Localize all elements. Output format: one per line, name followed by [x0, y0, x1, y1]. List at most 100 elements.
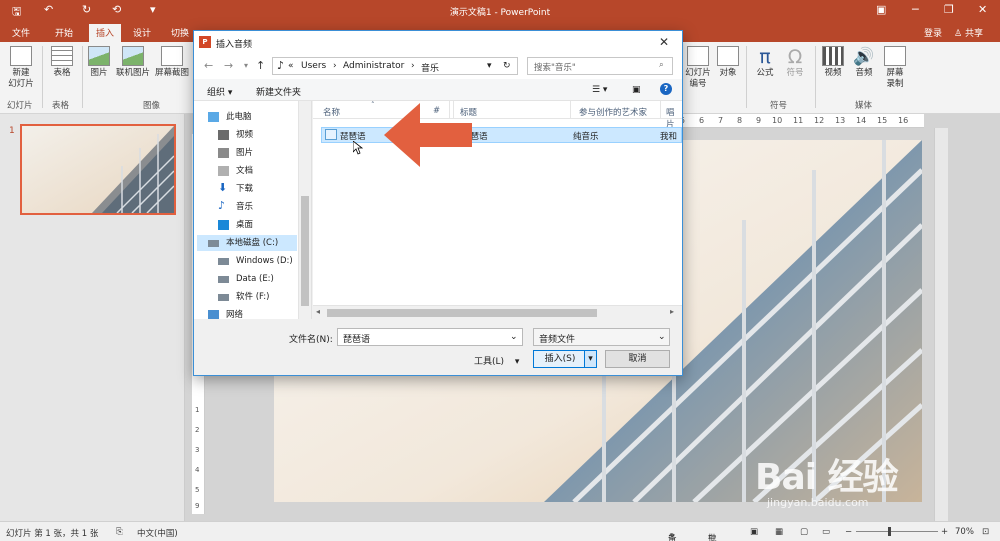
spellcheck-icon[interactable]: ⎘ [116, 527, 123, 537]
tab-file[interactable]: 文件 [12, 26, 30, 39]
nav-label: Data (E:) [236, 274, 274, 284]
forward-icon[interactable]: → [224, 59, 233, 72]
network-icon [208, 310, 219, 319]
tab-transitions[interactable]: 切换 [171, 26, 189, 39]
search-input[interactable]: 搜索"音乐" ⌕ [527, 57, 673, 75]
zoom-in-icon[interactable]: + [941, 527, 948, 537]
tab-design[interactable]: 设计 [133, 26, 151, 39]
object-button[interactable]: 对象 [715, 46, 741, 79]
column-artist[interactable]: 参与创作的艺术家 [579, 106, 647, 118]
breadcrumb-chevron-icon: › [333, 61, 337, 71]
screenshot-button[interactable]: 屏幕截图 [152, 46, 192, 79]
tools-button[interactable]: 工具(L) ▾ [474, 354, 519, 367]
zoom-level[interactable]: 70% [955, 527, 974, 537]
nav-pane-scrollbar[interactable] [298, 101, 311, 319]
nav-item-local-disk-c[interactable]: 本地磁盘 (C:) [197, 235, 297, 251]
slideshow-icon[interactable]: ▭ [822, 527, 830, 537]
cancel-button[interactable]: 取消 [605, 350, 670, 368]
filename-value: 琵琶语 [343, 335, 371, 345]
picture-icon [88, 46, 110, 66]
normal-view-icon[interactable]: ▣ [750, 527, 758, 537]
group-slides-label: 幻灯片 [7, 101, 33, 111]
document-folder-icon [218, 166, 229, 176]
nav-pane-scroll-thumb[interactable] [301, 196, 309, 306]
ruler-num: 12 [814, 116, 825, 125]
vruler-num: 9 [195, 502, 200, 510]
file-list: 名称 ˄ # 标题 参与创作的艺术家 唱片 琵琶语 琵琶语 纯音乐 我和 ◂ ▸ [313, 101, 682, 319]
insert-button[interactable]: 插入(S) ▾ [533, 350, 597, 368]
tab-home[interactable]: 开始 [55, 26, 73, 39]
breadcrumb-music[interactable]: 音乐 [421, 61, 439, 74]
zoom-slider-thumb[interactable] [888, 527, 891, 536]
organize-button[interactable]: 组织 ▾ [207, 85, 232, 98]
drive-icon [218, 258, 229, 265]
ruler-num: 9 [756, 116, 762, 125]
equation-button[interactable]: π 公式 [752, 46, 778, 79]
share-label: 共享 [964, 29, 983, 39]
pi-icon: π [759, 46, 771, 68]
tab-insert[interactable]: 插入 [89, 24, 122, 42]
column-separator[interactable] [660, 101, 661, 119]
breadcrumb-users[interactable]: Users [301, 61, 326, 71]
video-button[interactable]: 视频 [820, 46, 846, 79]
column-name[interactable]: 名称 [323, 106, 340, 118]
scroll-left-icon[interactable]: ◂ [316, 307, 320, 316]
recent-dropdown-icon[interactable]: ▾ [244, 61, 248, 70]
slide-sorter-icon[interactable]: ▦ [775, 527, 783, 537]
up-icon[interactable]: ↑ [256, 59, 265, 72]
nav-item-this-pc[interactable]: 此电脑 [208, 109, 308, 125]
object-icon [717, 46, 739, 66]
refresh-icon[interactable]: ↻ [503, 61, 511, 71]
ribbon-display-icon[interactable]: ▣ [876, 3, 886, 16]
slide-thumbnail[interactable] [20, 124, 176, 215]
table-icon [51, 46, 73, 66]
language-indicator[interactable]: 中文(中国) [137, 527, 178, 539]
new-folder-button[interactable]: 新建文件夹 [256, 85, 301, 98]
file-artist: 纯音乐 [573, 132, 599, 142]
filetype-select[interactable]: 音频文件 ⌄ [533, 328, 670, 346]
slide-number-button[interactable]: 幻灯片 编号 [683, 46, 713, 90]
preview-pane-icon[interactable]: ▣ [632, 85, 641, 95]
file-row[interactable]: 琵琶语 琵琶语 纯音乐 我和 [321, 127, 682, 143]
login-link[interactable]: 登录 [924, 26, 942, 39]
audio-button[interactable]: 🔊 音频 [851, 46, 877, 79]
sort-up-icon: ˄ [371, 101, 375, 109]
breadcrumb-administrator[interactable]: Administrator [343, 61, 404, 71]
view-options-icon[interactable]: ☰ ▾ [592, 85, 607, 95]
close-icon[interactable]: ✕ [978, 3, 987, 16]
ruler-num: 8 [737, 116, 743, 125]
nav-label: 软件 (F:) [236, 292, 270, 302]
back-icon[interactable]: ← [204, 59, 213, 72]
online-pictures-button[interactable]: 联机图片 [114, 46, 152, 79]
reading-view-icon[interactable]: ▢ [800, 527, 808, 537]
vruler-num: 4 [195, 466, 200, 474]
table-button[interactable]: 表格 [48, 46, 76, 79]
address-dropdown-icon[interactable]: ▾ [487, 61, 492, 71]
filetype-dropdown-icon[interactable]: ⌄ [658, 332, 666, 342]
zoom-slider[interactable] [856, 531, 938, 532]
minimize-icon[interactable]: ─ [912, 3, 919, 16]
zoom-out-icon[interactable]: − [845, 527, 852, 537]
horizontal-scroll-thumb[interactable] [327, 309, 597, 317]
column-separator[interactable] [570, 101, 571, 119]
ruler-num: 6 [699, 116, 705, 125]
fit-slide-icon[interactable]: ⊡ [982, 527, 989, 537]
help-icon[interactable]: ? [660, 83, 672, 95]
nav-label: 图片 [236, 148, 254, 158]
filename-input[interactable]: 琵琶语 ⌄ [337, 328, 523, 346]
speaker-icon: 🔊 [853, 47, 875, 67]
new-slide-button[interactable]: 新建 幻灯片 [6, 46, 36, 90]
dialog-close-icon[interactable]: ✕ [659, 35, 669, 49]
pictures-button[interactable]: 图片 [86, 46, 112, 79]
object-label: 对象 [719, 68, 737, 78]
screen-recording-button[interactable]: 屏幕 录制 [881, 46, 909, 90]
insert-dropdown-icon[interactable]: ▾ [584, 351, 596, 367]
symbol-button[interactable]: Ω 符号 [782, 46, 808, 79]
share-button[interactable]: ♙ 共享 [954, 26, 983, 39]
scroll-right-icon[interactable]: ▸ [670, 307, 674, 316]
filename-dropdown-icon[interactable]: ⌄ [510, 332, 518, 342]
restore-icon[interactable]: ❐ [944, 3, 954, 16]
horizontal-scrollbar[interactable]: ◂ ▸ [313, 305, 682, 319]
address-bar[interactable]: ♪ « Users › Administrator › 音乐 ▾ ↻ [272, 57, 518, 75]
nav-item-network[interactable]: 网络 [208, 307, 308, 319]
